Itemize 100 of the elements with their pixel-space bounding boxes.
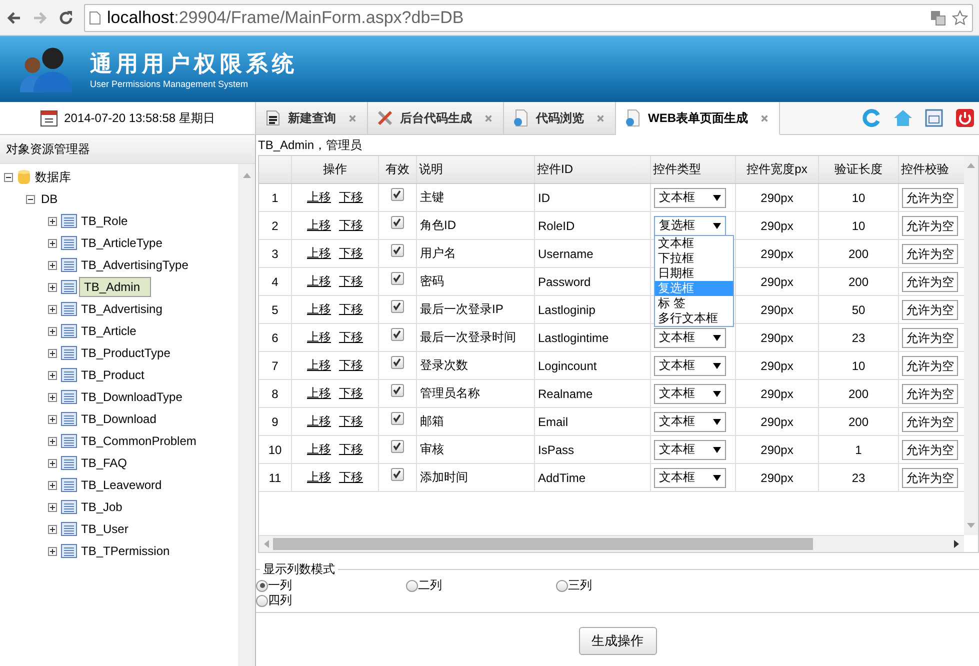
move-up-link[interactable]: 上移 <box>307 217 331 234</box>
checkbox[interactable] <box>391 300 404 313</box>
validation-field[interactable]: 允许为空 <box>902 384 958 404</box>
dropdown-option[interactable]: 文本框 <box>655 236 733 251</box>
checkbox[interactable] <box>391 272 404 285</box>
type-dropdown[interactable]: 文本框 <box>654 468 726 488</box>
radio-button[interactable] <box>406 580 418 592</box>
tree-item[interactable]: TB_Download <box>79 410 160 428</box>
move-down-link[interactable]: 下移 <box>339 441 363 458</box>
expand-icon[interactable] <box>48 480 57 490</box>
move-up-link[interactable]: 上移 <box>307 385 331 402</box>
window-icon[interactable] <box>924 108 944 128</box>
type-dropdown[interactable]: 文本框 <box>654 188 726 208</box>
caret-icon[interactable] <box>713 194 721 200</box>
tree-item[interactable]: TB_ProductType <box>79 344 174 362</box>
expand-icon[interactable] <box>48 216 57 226</box>
type-dropdown[interactable]: 文本框 <box>654 328 726 348</box>
refresh-icon[interactable] <box>862 108 882 128</box>
move-down-link[interactable]: 下移 <box>339 217 363 234</box>
scrollbar[interactable] <box>259 535 964 552</box>
star-icon[interactable] <box>952 10 968 26</box>
validation-field[interactable]: 允许为空 <box>902 188 958 208</box>
validation-field[interactable]: 允许为空 <box>902 412 958 432</box>
dropdown-option[interactable]: 下拉框 <box>655 251 733 266</box>
tree-item[interactable]: TB_Role <box>79 212 132 230</box>
tree-item[interactable]: TB_AdvertisingType <box>79 256 192 274</box>
checkbox[interactable] <box>391 328 404 341</box>
collapse-icon[interactable] <box>26 194 35 204</box>
tree-item[interactable]: TB_Job <box>79 498 126 516</box>
validation-field[interactable]: 允许为空 <box>902 216 958 236</box>
validation-field[interactable]: 允许为空 <box>902 300 958 320</box>
dropdown-option[interactable]: 日期框 <box>655 266 733 281</box>
validation-field[interactable]: 允许为空 <box>902 440 958 460</box>
scroll-right-icon[interactable] <box>954 540 960 548</box>
move-down-link[interactable]: 下移 <box>339 413 363 430</box>
type-dropdown[interactable]: 复选框 <box>654 216 726 236</box>
radio-label[interactable]: 四列 <box>268 592 292 609</box>
checkbox[interactable] <box>391 188 404 201</box>
radio-button[interactable] <box>256 594 268 606</box>
caret-icon[interactable] <box>713 362 721 368</box>
tree-item[interactable]: TB_TPermission <box>79 542 174 560</box>
move-down-link[interactable]: 下移 <box>339 189 363 206</box>
checkbox[interactable] <box>391 216 404 229</box>
dropdown-option[interactable]: 多行文本框 <box>655 311 733 326</box>
expand-icon[interactable] <box>48 502 57 512</box>
expand-icon[interactable] <box>48 458 57 468</box>
move-up-link[interactable]: 上移 <box>307 245 331 262</box>
move-up-link[interactable]: 上移 <box>307 189 331 206</box>
expand-icon[interactable] <box>48 370 57 380</box>
tree-item[interactable]: TB_User <box>79 520 132 538</box>
checkbox[interactable] <box>391 384 404 397</box>
address-bar[interactable]: localhost:29904/Frame/MainForm.aspx?db=DB <box>84 4 973 32</box>
expand-icon[interactable] <box>48 282 57 292</box>
tab[interactable]: 新建查询 <box>256 102 368 135</box>
move-up-link[interactable]: 上移 <box>307 273 331 290</box>
collapse-icon[interactable] <box>4 172 13 182</box>
move-down-link[interactable]: 下移 <box>339 469 363 486</box>
expand-icon[interactable] <box>48 392 57 402</box>
type-dropdown[interactable]: 文本框 <box>654 440 726 460</box>
validation-field[interactable]: 允许为空 <box>902 244 958 264</box>
move-down-link[interactable]: 下移 <box>339 329 363 346</box>
move-up-link[interactable]: 上移 <box>307 413 331 430</box>
caret-icon[interactable] <box>713 446 721 452</box>
type-dropdown[interactable]: 文本框 <box>654 356 726 376</box>
tree-item[interactable]: TB_Article <box>79 322 140 340</box>
move-up-link[interactable]: 上移 <box>307 441 331 458</box>
expand-icon[interactable] <box>48 546 57 556</box>
tab[interactable]: WEB表单页面生成 <box>616 102 780 135</box>
validation-field[interactable]: 允许为空 <box>902 468 958 488</box>
checkbox[interactable] <box>391 468 404 481</box>
caret-icon[interactable] <box>713 390 721 396</box>
tab[interactable]: 后台代码生成 <box>368 102 504 135</box>
radio-button[interactable] <box>556 580 568 592</box>
move-up-link[interactable]: 上移 <box>307 301 331 318</box>
move-down-link[interactable]: 下移 <box>339 385 363 402</box>
move-up-link[interactable]: 上移 <box>307 469 331 486</box>
radio-label[interactable]: 三列 <box>568 577 592 594</box>
tree-item[interactable]: TB_Leaveword <box>79 476 166 494</box>
validation-field[interactable]: 允许为空 <box>902 356 958 376</box>
translate-icon[interactable] <box>930 10 946 26</box>
tree-item[interactable]: DB <box>39 190 62 208</box>
checkbox[interactable] <box>391 356 404 369</box>
reload-icon[interactable] <box>58 10 74 26</box>
type-dropdown[interactable]: 文本框 <box>654 384 726 404</box>
move-up-link[interactable]: 上移 <box>307 329 331 346</box>
tab[interactable]: 代码浏览 <box>504 102 616 135</box>
move-down-link[interactable]: 下移 <box>339 301 363 318</box>
checkbox[interactable] <box>391 244 404 257</box>
caret-icon[interactable] <box>713 334 721 340</box>
generate-button[interactable]: 生成操作 <box>578 627 656 655</box>
tree-item[interactable]: TB_ArticleType <box>79 234 166 252</box>
back-icon[interactable] <box>6 10 22 26</box>
move-down-link[interactable]: 下移 <box>339 245 363 262</box>
radio-label[interactable]: 二列 <box>418 577 442 594</box>
expand-icon[interactable] <box>48 436 57 446</box>
tree-item[interactable]: 数据库 <box>33 166 75 188</box>
expand-icon[interactable] <box>48 326 57 336</box>
tree-item[interactable]: TB_Product <box>79 366 148 384</box>
tree-item[interactable]: TB_Admin <box>79 277 151 297</box>
expand-icon[interactable] <box>48 414 57 424</box>
